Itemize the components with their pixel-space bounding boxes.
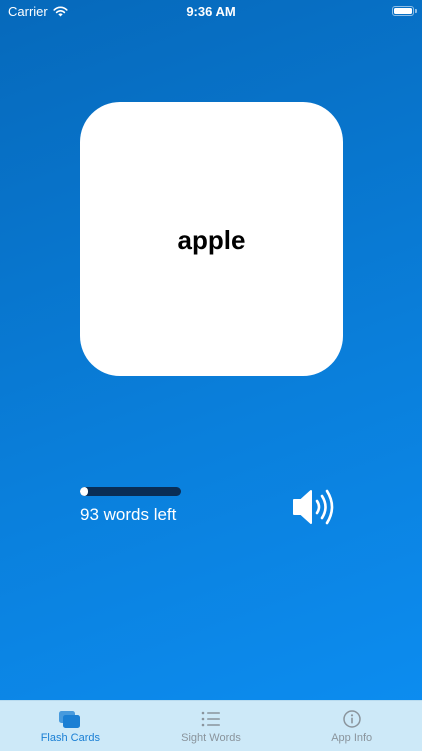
battery-level	[394, 8, 412, 14]
flash-cards-icon	[59, 711, 81, 728]
words-left-label: 93 words left	[80, 505, 177, 524]
battery-icon	[392, 6, 417, 16]
tab-sight-words[interactable]: Sight Words	[141, 701, 282, 751]
speaker-button[interactable]	[292, 487, 346, 527]
tab-bar: Flash Cards Sight Words App Info	[0, 700, 422, 751]
info-icon	[342, 710, 361, 728]
tab-sight-words-label: Sight Words	[181, 732, 241, 744]
tab-app-info-label: App Info	[331, 732, 373, 744]
progress-bar-fill	[80, 487, 88, 496]
status-bar: Carrier 9:36 AM	[0, 0, 422, 24]
flash-card-word: apple	[177, 224, 246, 255]
tab-app-info[interactable]: App Info	[281, 701, 422, 751]
speaker-icon	[293, 489, 334, 525]
tab-flash-cards[interactable]: Flash Cards	[0, 701, 141, 751]
list-icon	[201, 711, 220, 727]
tab-flash-cards-label: Flash Cards	[40, 732, 100, 744]
status-time: 9:36 AM	[186, 4, 236, 19]
progress-bar	[80, 487, 181, 496]
flash-card[interactable]: apple	[80, 102, 343, 376]
